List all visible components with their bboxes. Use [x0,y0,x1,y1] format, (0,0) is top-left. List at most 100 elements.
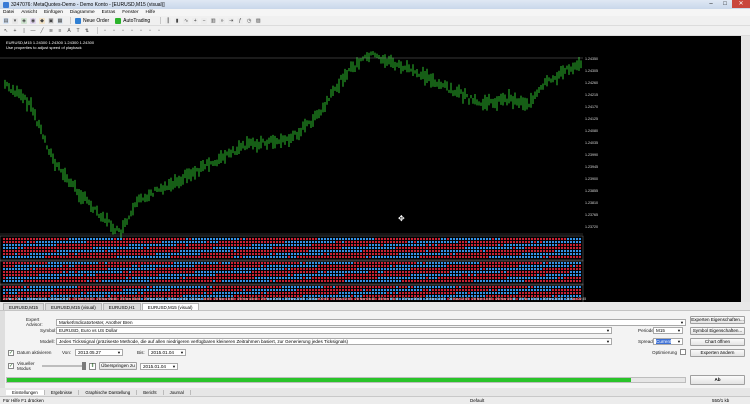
period-d1-icon[interactable]: ▫ [156,28,162,34]
visual-mode-checkbox[interactable]: ✓ [8,363,14,369]
pause-button[interactable]: ‖ [89,362,96,370]
chart-shift-icon[interactable]: ⇥ [228,17,235,24]
chart-tab-1[interactable]: EURUSD,M15 [3,303,45,310]
vertical-scrollbar[interactable] [741,36,750,302]
indicator-dot [11,276,15,280]
autoscroll-icon[interactable]: » [219,17,226,24]
speed-slider-thumb[interactable] [82,362,86,370]
crosshair-icon[interactable]: + [12,28,18,34]
skip-to-date-field[interactable]: 2015.01.04 ▼ [140,362,178,370]
trendline-icon[interactable]: ╱ [39,28,45,34]
chart-window[interactable]: 1.24350 1.24305 1.24260 1.24215 1.24170 1.241… [0,36,750,302]
strategy-tester-icon[interactable]: ▦ [57,17,63,24]
menu-charts[interactable]: Diagramme [70,10,95,15]
open-chart-button[interactable]: Chart öffnen [690,338,745,346]
indicator-dot [470,291,474,295]
text-label-icon[interactable]: T [75,28,81,34]
zoom-out-icon[interactable]: − [201,17,208,24]
indicator-dot [494,288,498,292]
menu-tools[interactable]: Extras [102,10,116,15]
market-watch-icon[interactable]: ◈ [21,17,27,24]
navigator-icon[interactable]: ◆ [39,17,45,24]
arrows-icon[interactable]: ⇅ [84,28,90,34]
ea-select[interactable]: Market\Indicatortester, Another Bren ▼ [56,318,686,326]
indicator-dot [59,273,63,277]
bar-chart-icon[interactable]: ┃ [165,17,172,24]
optimization-checkbox[interactable] [680,349,687,355]
indicator-dot [245,285,249,289]
period-h1-icon[interactable]: ▫ [138,28,144,34]
chart-tab-3[interactable]: EURUSD,H1 [102,303,141,310]
spread-select[interactable]: Current ▼ [653,338,683,345]
equidistant-channel-icon[interactable]: ≋ [48,28,54,34]
vertical-line-icon[interactable]: | [21,28,27,34]
zoom-in-icon[interactable]: + [192,17,199,24]
menu-view[interactable]: Ansicht [21,10,37,15]
menu-help[interactable]: Hilfe [146,10,156,15]
menu-window[interactable]: Fenster [122,10,138,15]
chart-tab-2[interactable]: EURUSD,M15 (visual) [45,303,102,310]
templates-icon[interactable]: ▧ [255,17,262,24]
tab-settings[interactable]: Einstellungen [6,389,45,395]
line-chart-icon[interactable]: ∿ [183,17,190,24]
symbol-select[interactable]: EURUSD, Euro vs US Dollar ▼ [56,327,612,334]
indicator-dot [458,279,462,283]
period-m15-icon[interactable]: ▫ [120,28,126,34]
indicator-dot [245,264,249,268]
start-button[interactable]: Ab [690,375,745,385]
indicator-dot [332,252,336,256]
horizontal-line-icon[interactable]: — [30,28,36,34]
minimize-button[interactable]: – [704,0,718,8]
chart-tab-4[interactable]: EURUSD,M15 (visual) [141,303,199,310]
tab-graph[interactable]: Graphische Darstellung [79,389,138,395]
indicator-dot [530,279,534,283]
date-enable-checkbox[interactable]: ✓ [8,349,14,356]
price-chart[interactable]: 1.243501.243051.242601.242151.241701.241… [0,36,750,302]
skip-to-button[interactable]: Überspringen zu [99,362,137,370]
indicator-dot [395,288,399,292]
indicator-dot [479,291,483,295]
edit-expert-button[interactable]: Experten ändern [690,349,745,357]
fibonacci-icon[interactable]: ≡ [57,28,63,34]
indicator-dot [428,288,432,292]
indicator-dot [440,273,444,277]
indicator-dot [515,285,519,289]
indicator-dot [347,291,351,295]
tab-journal[interactable]: Journal [164,389,191,395]
maximize-button[interactable]: □ [718,0,732,8]
period-m5-icon[interactable]: ▫ [111,28,117,34]
menu-insert[interactable]: Einfügen [44,10,63,15]
menu-file[interactable]: Datei [3,10,14,15]
period-select[interactable]: M15 ▼ [653,327,683,334]
model-select[interactable]: Jedes Tickssignal (präziseste Methode, d… [56,338,612,345]
profiles-icon[interactable]: ▾ [12,17,18,24]
new-order-button[interactable]: Neue Order [75,17,109,24]
period-m1-icon[interactable]: ▫ [102,28,108,34]
indicator-dot [260,276,264,280]
indicator-dot [62,279,66,283]
to-date-field[interactable]: 2015.01.04 ▼ [148,349,186,356]
tab-results[interactable]: Ergebnisse [45,389,80,395]
text-icon[interactable]: A [66,28,72,34]
data-window-icon[interactable]: ◉ [30,17,36,24]
tile-windows-icon[interactable]: ▥ [210,17,217,24]
symbol-properties-button[interactable]: Symbol Eigenschaften... [690,327,745,335]
periods-icon[interactable]: ◷ [246,17,253,24]
period-m30-icon[interactable]: ▫ [129,28,135,34]
cursor-icon[interactable]: ↖ [3,28,9,34]
tab-report[interactable]: Bericht [137,389,164,395]
candle-chart-icon[interactable]: ▮ [174,17,181,24]
period-h4-icon[interactable]: ▫ [147,28,153,34]
expert-properties-button[interactable]: Experten Eigenschaften... [690,316,745,324]
terminal-icon[interactable]: ▣ [48,17,54,24]
indicator-dot [65,243,69,247]
new-chart-icon[interactable]: ▤ [3,17,9,24]
indicators-icon[interactable]: ƒ [237,17,244,24]
indicator-dot [329,249,333,253]
speed-slider[interactable] [42,362,86,370]
close-button[interactable]: ✕ [732,0,750,8]
indicator-dot [344,291,348,295]
from-date-field[interactable]: 2013.05.27 ▼ [75,349,123,356]
autotrading-button[interactable]: AutoTrading [115,17,150,24]
indicator-dot [539,267,543,271]
